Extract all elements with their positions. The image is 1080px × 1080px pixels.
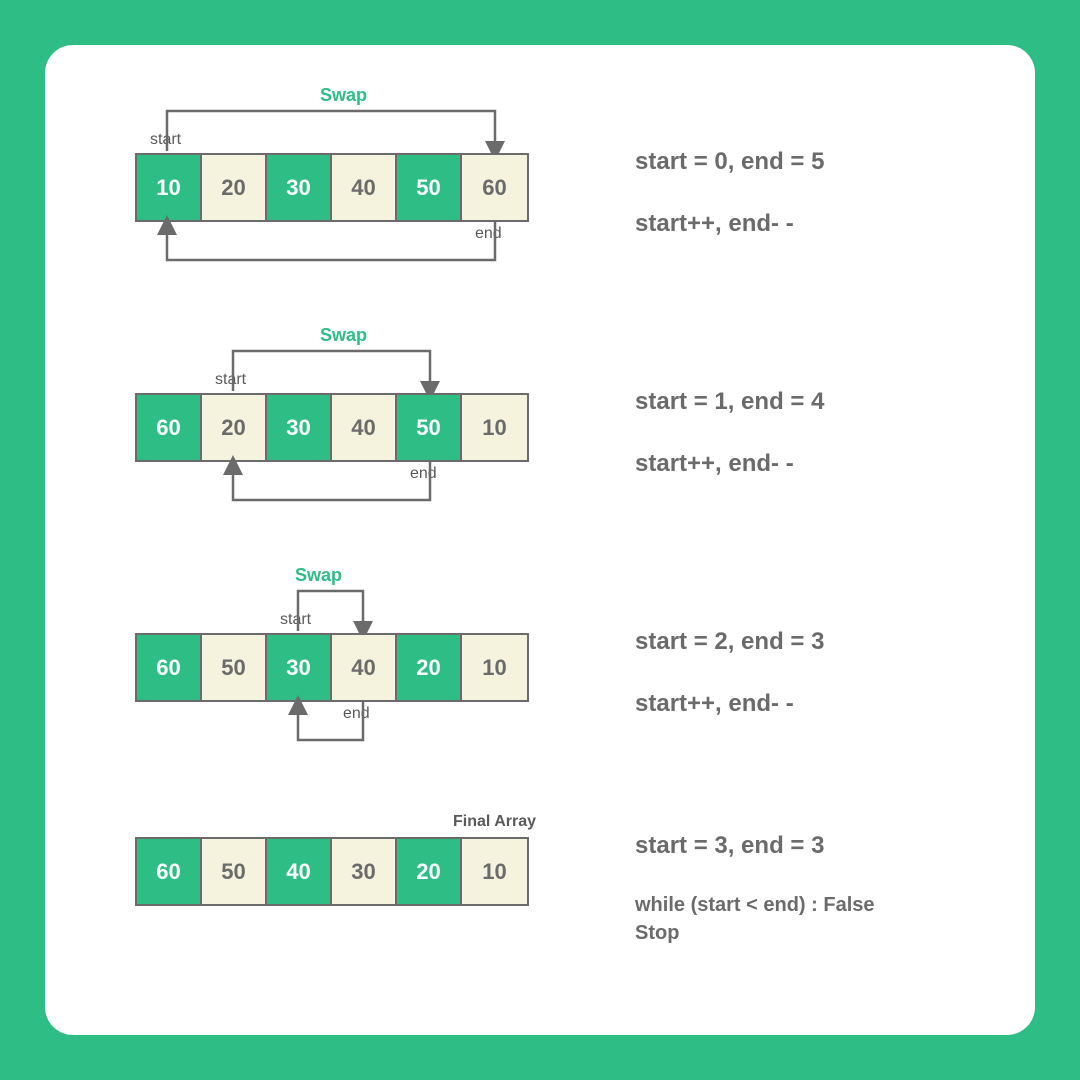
- cell: 10: [462, 839, 527, 904]
- desc-line1: start = 2, end = 3: [635, 625, 824, 659]
- final-array-label: Final Array: [453, 813, 536, 831]
- desc-line2: start++, end- -: [635, 447, 824, 481]
- step-description: start = 3, end = 3 while (start < end) :…: [635, 829, 875, 947]
- step-description: start = 2, end = 3 start++, end- -: [635, 625, 824, 720]
- cell: 40: [267, 839, 332, 904]
- cell: 30: [332, 839, 397, 904]
- cell: 60: [137, 395, 202, 460]
- cell: 30: [267, 155, 332, 220]
- desc-line1: start = 3, end = 3: [635, 829, 875, 863]
- desc-line1: start = 0, end = 5: [635, 145, 824, 179]
- cell: 40: [332, 155, 397, 220]
- array-row: 60 50 30 40 20 10: [135, 633, 529, 702]
- cell: 20: [397, 839, 462, 904]
- array-row: 60 20 30 40 50 10: [135, 393, 529, 462]
- swap-top-arrow: [135, 581, 535, 636]
- desc-line2: start++, end- -: [635, 207, 824, 241]
- step-description: start = 1, end = 4 start++, end- -: [635, 385, 824, 480]
- cell: 50: [397, 155, 462, 220]
- desc-line2: start++, end- -: [635, 687, 824, 721]
- cell: 50: [202, 839, 267, 904]
- cell: 40: [332, 395, 397, 460]
- cell: 60: [137, 635, 202, 700]
- swap-bottom-arrow: [135, 700, 535, 755]
- cell: 50: [397, 395, 462, 460]
- swap-bottom-arrow: [135, 460, 535, 515]
- desc-line2: while (start < end) : False Stop: [635, 891, 875, 947]
- array-row: 60 50 40 30 20 10: [135, 837, 529, 906]
- cell: 50: [202, 635, 267, 700]
- step-description: start = 0, end = 5 start++, end- -: [635, 145, 824, 240]
- cell: 20: [202, 155, 267, 220]
- cell: 60: [137, 839, 202, 904]
- cell: 30: [267, 635, 332, 700]
- swap-bottom-arrow: [135, 220, 535, 275]
- cell: 20: [397, 635, 462, 700]
- cell: 10: [462, 395, 527, 460]
- cell: 30: [267, 395, 332, 460]
- diagram-card: Swap start 10 20 30 40 50 60 end start =…: [45, 45, 1035, 1035]
- cell: 10: [462, 635, 527, 700]
- cell: 20: [202, 395, 267, 460]
- swap-top-arrow: [135, 101, 535, 156]
- step-2: Swap start 60 20 30 40 50 10 end start =…: [75, 325, 1005, 565]
- step-3: Swap start 60 50 30 40 20 10 end start =…: [75, 565, 1005, 805]
- desc-line1: start = 1, end = 4: [635, 385, 824, 419]
- cell: 10: [137, 155, 202, 220]
- step-1: Swap start 10 20 30 40 50 60 end start =…: [75, 85, 1005, 325]
- cell: 60: [462, 155, 527, 220]
- step-final: Final Array 60 50 40 30 20 10 start = 3,…: [75, 805, 1005, 965]
- cell: 40: [332, 635, 397, 700]
- array-row: 10 20 30 40 50 60: [135, 153, 529, 222]
- swap-top-arrow: [135, 341, 535, 396]
